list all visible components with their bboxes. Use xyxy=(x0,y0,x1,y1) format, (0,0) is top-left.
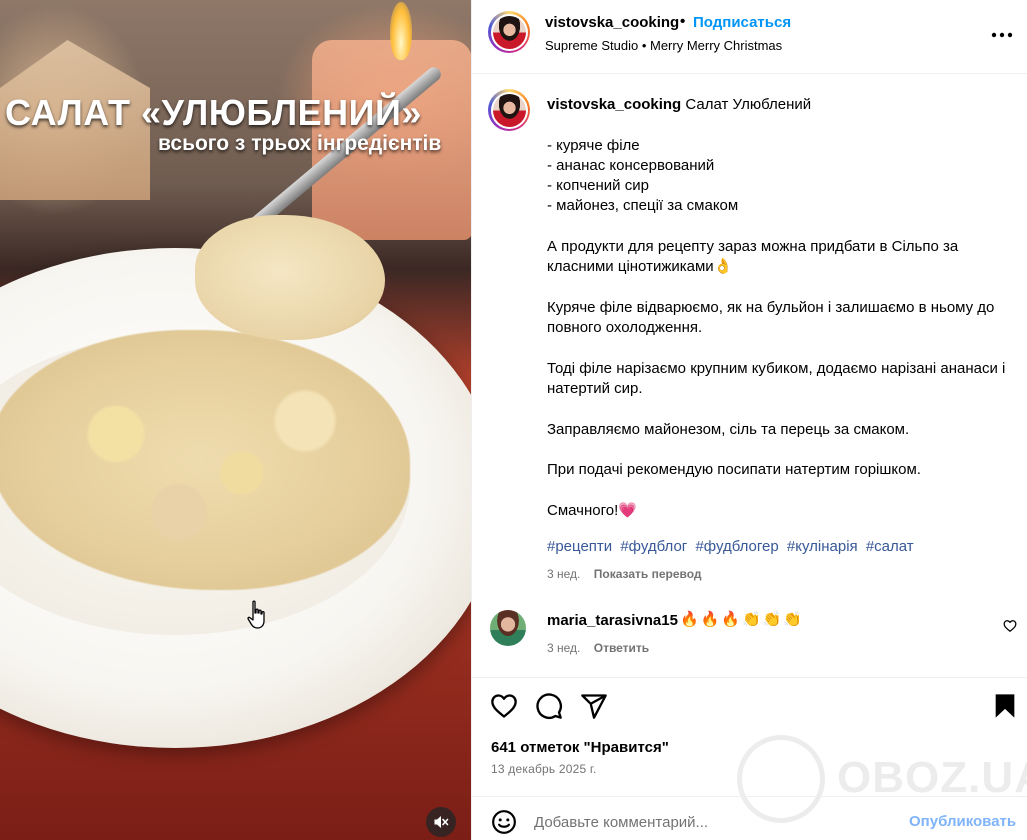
caption-text: Салат Улюблений - куряче філе - ананас к… xyxy=(547,96,1006,519)
save-bookmark-icon[interactable] xyxy=(991,692,1019,720)
hashtag-link[interactable]: #фудблогер xyxy=(695,538,778,555)
more-options-icon[interactable] xyxy=(989,22,1015,48)
hashtag-link[interactable]: #кулінарія xyxy=(787,538,858,555)
hashtag-link[interactable]: #фудблог xyxy=(620,538,687,555)
caption-meta: 3 нед. Показать перевод xyxy=(547,567,702,581)
reply-button[interactable]: Ответить xyxy=(594,641,649,655)
comment-input[interactable] xyxy=(534,809,904,835)
comment-text: 🔥🔥🔥👏👏👏 xyxy=(680,611,805,628)
like-count[interactable]: 641 отметок "Нравится" xyxy=(491,739,669,756)
header-separator: • xyxy=(680,13,686,30)
comment-meta: 3 нед. Ответить xyxy=(547,641,649,655)
emoji-icon[interactable] xyxy=(491,809,517,835)
post-panel: vistovska_cooking • Подписаться Supreme … xyxy=(471,0,1027,840)
comment-composer: Опубликовать xyxy=(472,796,1027,840)
video-overlay-title: САЛАТ «УЛЮБЛЕНИЙ» xyxy=(5,92,422,133)
mute-button[interactable] xyxy=(426,807,456,837)
speaker-muted-icon xyxy=(434,816,449,828)
audio-attribution[interactable]: Supreme Studio • Merry Merry Christmas xyxy=(545,38,782,53)
author-avatar[interactable] xyxy=(488,11,530,53)
commenter-avatar[interactable] xyxy=(490,610,526,646)
salad-bite xyxy=(195,215,385,340)
comment-item: maria_tarasivna15 🔥🔥🔥👏👏👏 3 нед. Ответить xyxy=(472,605,1027,665)
follow-button[interactable]: Подписаться xyxy=(693,14,791,31)
salad xyxy=(0,330,410,590)
video-overlay-subtitle: всього з трьох інгредієнтів xyxy=(158,132,442,155)
caption-username[interactable]: vistovska_cooking xyxy=(547,96,681,113)
publish-button[interactable]: Опубликовать xyxy=(909,813,1016,830)
post-date: 13 декабрь 2025 г. xyxy=(491,762,597,776)
like-heart-icon[interactable] xyxy=(490,692,518,720)
comment-time: 3 нед. xyxy=(547,641,581,655)
commenter-username[interactable]: maria_tarasivna15 xyxy=(547,612,678,629)
post-video[interactable]: САЛАТ «УЛЮБЛЕНИЙ» всього з трьох інгреді… xyxy=(0,0,471,840)
caption-time[interactable]: 3 нед. xyxy=(547,567,580,581)
candle-flame xyxy=(390,2,412,60)
caption-author-avatar[interactable] xyxy=(488,89,530,131)
hashtag-link[interactable]: #салат xyxy=(866,538,914,555)
share-send-icon[interactable] xyxy=(580,692,608,720)
comment-heart-icon[interactable] xyxy=(1003,619,1017,633)
hand-cursor-icon xyxy=(247,600,265,629)
action-bar xyxy=(472,677,1027,737)
show-translation-button[interactable]: Показать перевод xyxy=(594,567,702,581)
post-caption: vistovska_cooking Салат Улюблений - куря… xyxy=(547,95,1007,521)
author-username[interactable]: vistovska_cooking xyxy=(545,14,679,31)
post-header: vistovska_cooking • Подписаться Supreme … xyxy=(472,0,1027,74)
hashtag-link[interactable]: #рецепти xyxy=(547,538,612,555)
comment-bubble-icon[interactable] xyxy=(535,692,563,720)
hashtag-list: #рецепти #фудблог #фудблогер #кулінарія … xyxy=(547,538,918,555)
